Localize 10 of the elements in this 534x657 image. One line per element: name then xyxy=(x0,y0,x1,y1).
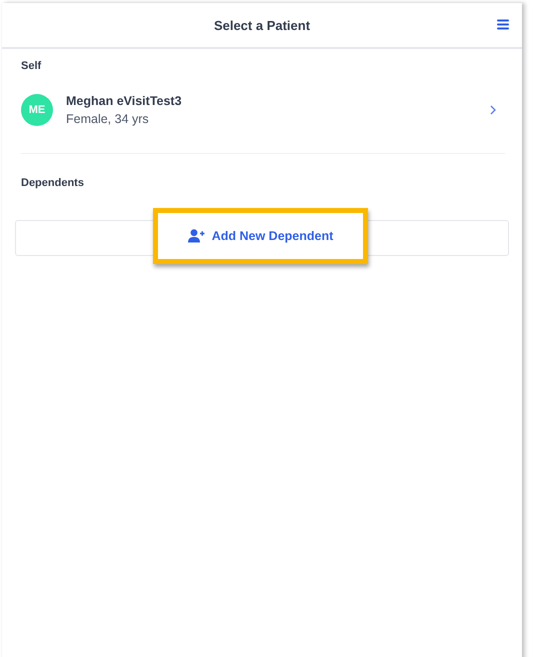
section-label: Dependents xyxy=(21,177,85,189)
section-label: Self xyxy=(21,60,42,72)
avatar-initials: ME xyxy=(21,94,53,126)
menu-icon[interactable] xyxy=(497,19,509,30)
add-person-icon xyxy=(188,229,205,243)
chevron-right-icon[interactable] xyxy=(490,105,496,115)
add-dependent-button[interactable]: Add New Dependent xyxy=(153,208,368,264)
patient-name[interactable]: Meghan eVisitTest3 xyxy=(66,94,490,108)
page-title: Select a Patient xyxy=(214,18,310,32)
patient-details: Female, 34 yrs xyxy=(66,112,150,126)
